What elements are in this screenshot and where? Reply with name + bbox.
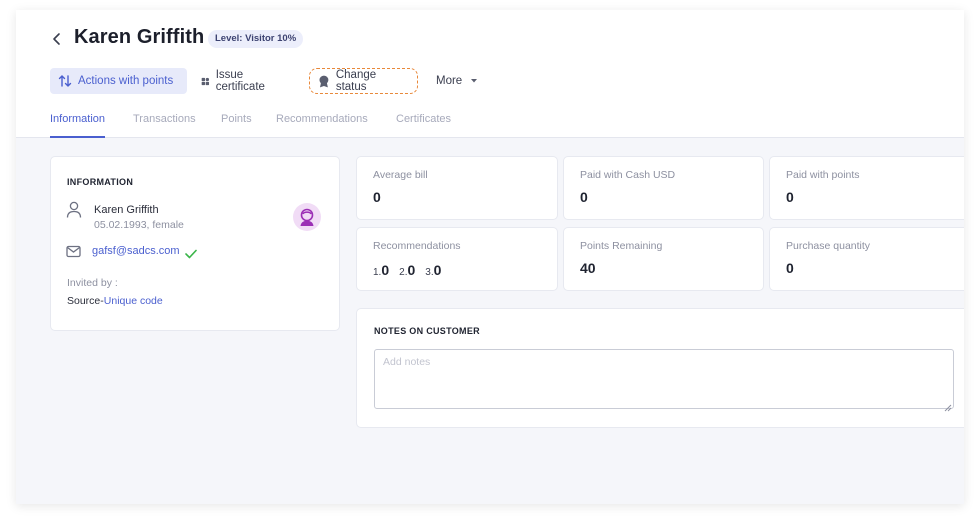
stat-points-remaining: Points Remaining 40 [563,227,764,291]
app-frame: Karen Griffith Level: Visitor 10% Action… [16,10,964,504]
arrows-up-down-icon [58,75,72,87]
caret-down-icon [471,79,478,83]
recommendation-index: 3. [425,267,434,278]
notes-card: NOTES ON CUSTOMER [356,308,964,428]
stat-average-bill: Average bill 0 [356,156,558,220]
source-row: Source-Unique code [67,295,163,307]
mail-icon [66,245,81,263]
customer-name: Karen Griffith [94,204,159,216]
stat-label: Paid with Cash USD [580,169,676,181]
stat-label: Paid with points [786,169,860,181]
user-icon [66,201,82,224]
recommendation-list: 1. 0 2. 0 3. 0 [373,262,451,278]
stat-label: Average bill [373,169,428,181]
tab-points[interactable]: Points [221,113,252,138]
tab-certificates[interactable]: Certificates [396,113,451,138]
page-header: Karen Griffith Level: Visitor 10% Action… [16,10,964,138]
stat-label: Points Remaining [580,240,663,252]
tab-transactions[interactable]: Transactions [133,113,196,138]
chevron-left-icon[interactable] [48,30,66,48]
tab-information[interactable]: Information [50,113,106,138]
customer-details: 05.02.1993, female [94,219,184,231]
recommendation-index: 1. [373,267,382,278]
stat-recommendations: Recommendations 1. 0 2. 0 3. 0 [356,227,558,291]
notes-heading: NOTES ON CUSTOMER [374,326,480,336]
stat-paid-points: Paid with points 0 [769,156,964,220]
source-link[interactable]: Unique code [104,295,163,307]
status-badge-icon [319,75,329,87]
recommendation-index: 2. [399,267,408,278]
page-title: Karen Griffith [74,26,205,48]
more-label: More [436,75,463,87]
issue-certificate-button[interactable]: Issue certificate [193,68,277,94]
certificate-icon [201,77,210,85]
invited-by-label: Invited by : [67,277,118,289]
stat-label: Recommendations [373,240,461,252]
resize-handle-icon[interactable] [944,399,952,417]
recommendation-value: 0 [407,262,416,278]
change-status-label: Change status [335,69,377,93]
actions-with-points-button[interactable]: Actions with points [50,68,187,94]
avatar [293,203,321,231]
stat-value: 0 [373,189,381,205]
more-dropdown[interactable]: More [428,68,492,94]
stat-value: 0 [580,189,588,205]
information-card: INFORMATION Karen Griffith 05.02.1993, f… [50,156,340,331]
notes-textarea[interactable] [374,349,954,409]
source-label: Source- [67,295,104,307]
stat-purchase-quantity: Purchase quantity 0 [769,227,964,291]
stat-label: Purchase quantity [786,240,871,252]
information-heading: INFORMATION [67,177,134,187]
avatar-icon [300,208,314,226]
change-status-button[interactable]: Change status [309,68,418,94]
stat-value: 0 [786,260,794,276]
tab-recommendations[interactable]: Recommendations [276,113,368,138]
email-link[interactable]: gafsf@sadcs.com [92,245,180,257]
issue-certificate-label: Issue certificate [215,69,265,93]
check-icon [185,246,197,264]
actions-with-points-label: Actions with points [78,75,174,87]
recommendation-value: 0 [433,262,442,278]
stat-paid-cash: Paid with Cash USD 0 [563,156,764,220]
stat-value: 40 [580,260,596,276]
stat-value: 0 [786,189,794,205]
level-badge: Level: Visitor 10% [208,30,304,48]
recommendation-value: 0 [381,262,390,278]
